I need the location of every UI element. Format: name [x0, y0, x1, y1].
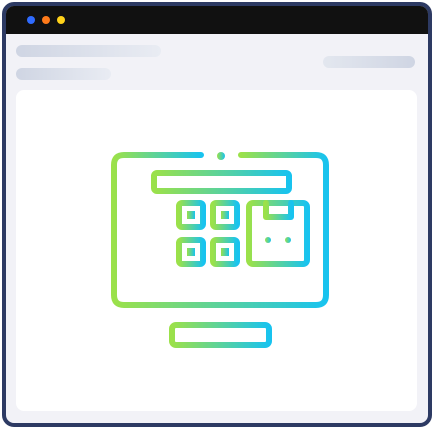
pos-monitor-icon: [111, 152, 329, 348]
action-skeleton: [323, 56, 415, 68]
window-control-close[interactable]: [27, 16, 35, 24]
subtitle-skeleton: [16, 68, 111, 80]
content-card: [16, 90, 417, 411]
window-control-minimize[interactable]: [42, 16, 50, 24]
title-bar: [6, 6, 428, 34]
title-skeleton: [16, 45, 161, 57]
window-control-maximize[interactable]: [57, 16, 65, 24]
browser-window: [2, 2, 432, 427]
